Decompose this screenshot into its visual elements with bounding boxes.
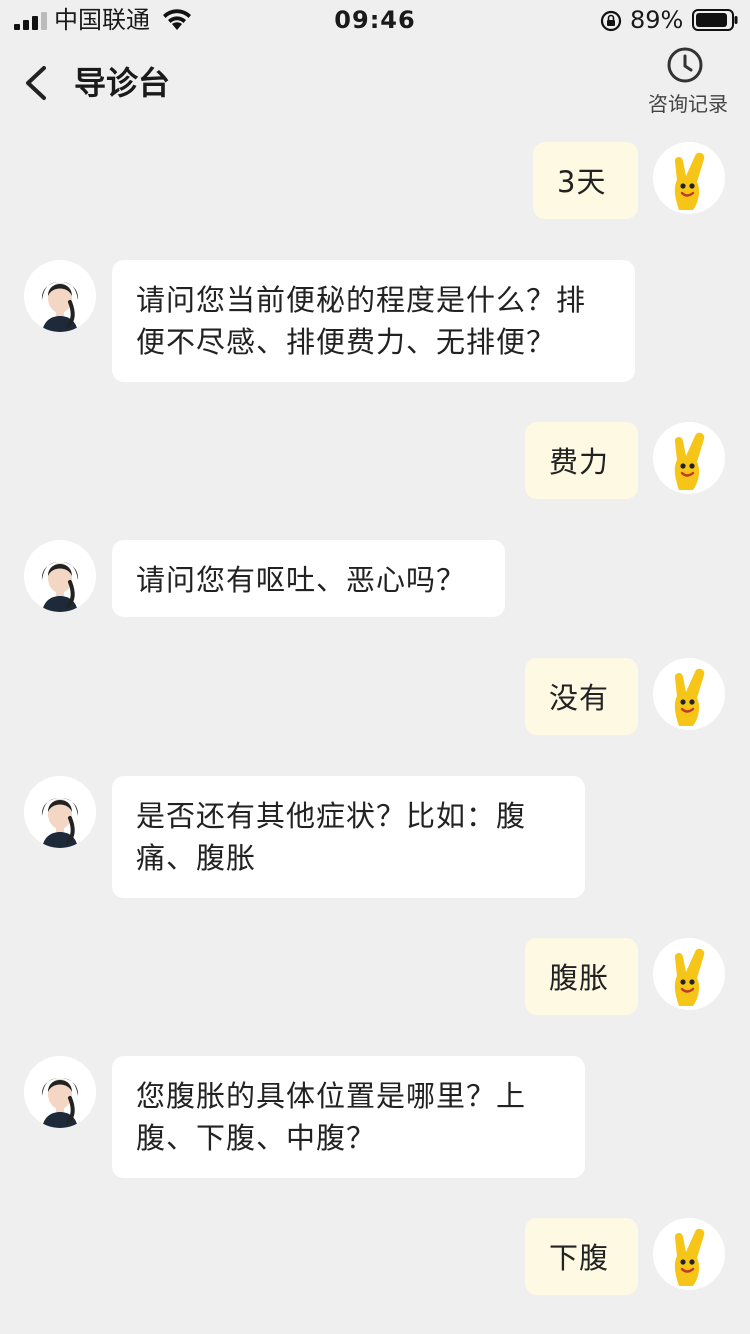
user-bubble[interactable]: 费力 <box>525 422 638 499</box>
nav-bar: 导诊台 咨询记录 <box>0 40 750 130</box>
message-text: 费力 <box>549 445 610 479</box>
user-avatar[interactable] <box>653 658 725 730</box>
user-avatar[interactable] <box>653 1218 725 1290</box>
wifi-icon <box>163 9 191 30</box>
page-title: 导诊台 <box>74 64 171 102</box>
chevron-left-icon <box>26 66 46 100</box>
consultation-history-button[interactable]: 咨询记录 <box>630 44 746 124</box>
carrier-name: 中国联通 <box>54 6 150 34</box>
status-bar: 中国联通 09:46 89% <box>0 0 750 40</box>
doctor-avatar[interactable] <box>24 1056 96 1128</box>
doctor-portrait-icon <box>24 1056 96 1128</box>
doctor-avatar[interactable] <box>24 776 96 848</box>
victory-hand-icon <box>653 658 725 730</box>
victory-hand-icon <box>653 938 725 1010</box>
user-bubble[interactable]: 没有 <box>525 658 638 735</box>
clock-icon <box>667 47 703 83</box>
message-text: 请问您当前便秘的程度是什么？排便不尽感、排便费力、无排便？ <box>136 283 587 359</box>
signal-icon <box>14 12 47 30</box>
user-avatar[interactable] <box>653 938 725 1010</box>
doctor-bubble[interactable]: 请问您有呕吐、恶心吗？ <box>112 540 505 617</box>
message-text: 没有 <box>549 681 610 715</box>
battery-icon <box>692 9 738 31</box>
doctor-avatar[interactable] <box>24 260 96 332</box>
doctor-portrait-icon <box>24 776 96 848</box>
user-bubble[interactable]: 3天 <box>533 142 638 219</box>
doctor-portrait-icon <box>24 260 96 332</box>
message-text: 请问您有呕吐、恶心吗？ <box>136 563 467 597</box>
doctor-avatar[interactable] <box>24 540 96 612</box>
victory-hand-icon <box>653 142 725 214</box>
victory-hand-icon <box>653 422 725 494</box>
message-text: 3天 <box>557 165 607 199</box>
user-avatar[interactable] <box>653 422 725 494</box>
message-text: 下腹 <box>549 1241 610 1275</box>
message-text: 腹胀 <box>549 961 610 995</box>
doctor-bubble[interactable]: 请问您当前便秘的程度是什么？排便不尽感、排便费力、无排便？ <box>112 260 635 382</box>
history-label: 咨询记录 <box>648 92 728 116</box>
message-text: 是否还有其他症状？比如：腹痛、腹胀 <box>136 799 527 875</box>
doctor-bubble[interactable]: 是否还有其他症状？比如：腹痛、腹胀 <box>112 776 585 898</box>
back-button[interactable] <box>14 60 60 106</box>
victory-hand-icon <box>653 1218 725 1290</box>
user-bubble[interactable]: 腹胀 <box>525 938 638 1015</box>
user-bubble[interactable]: 下腹 <box>525 1218 638 1295</box>
battery-percentage: 89% <box>630 6 684 34</box>
message-text: 您腹胀的具体位置是哪里？上腹、下腹、中腹？ <box>136 1079 527 1155</box>
doctor-bubble[interactable]: 您腹胀的具体位置是哪里？上腹、下腹、中腹？ <box>112 1056 585 1178</box>
user-avatar[interactable] <box>653 142 725 214</box>
orientation-lock-icon <box>600 10 622 32</box>
doctor-portrait-icon <box>24 540 96 612</box>
chat-thread[interactable]: 3天 请问您当前便秘的程度是什么？排便不尽感、排便费力、无排便？ 费力 请问您有… <box>0 130 750 1334</box>
